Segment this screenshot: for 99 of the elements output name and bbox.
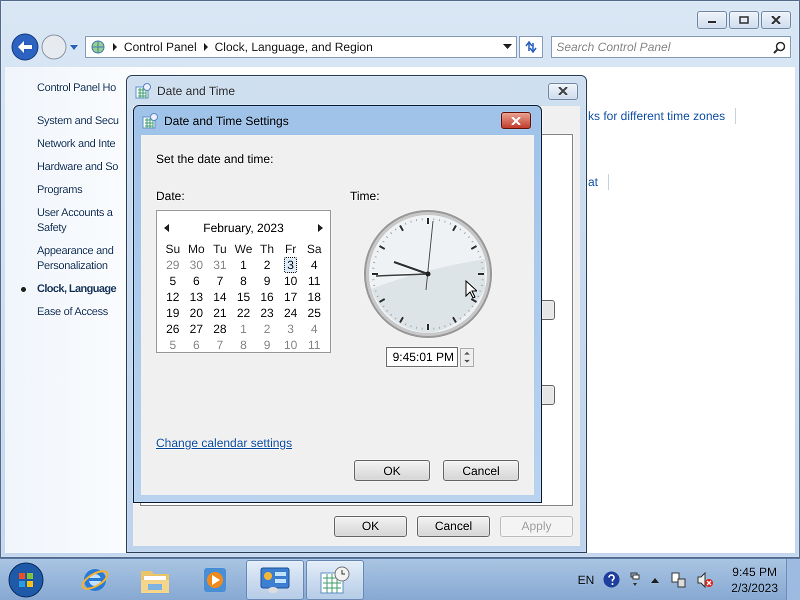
close-icon [511, 116, 521, 124]
nav-link[interactable]: Hardware and So [37, 160, 118, 175]
calendar-day[interactable]: 21 [210, 305, 230, 321]
weekday-label: We [234, 241, 254, 257]
back-button[interactable] [11, 33, 39, 61]
calendar-day[interactable]: 28 [210, 321, 230, 337]
close-button[interactable] [761, 11, 791, 29]
start-button[interactable] [8, 562, 44, 598]
calendar-day[interactable]: 19 [163, 305, 182, 321]
calendar-day[interactable]: 18 [304, 289, 324, 305]
nav-link[interactable]: Clock, Language [37, 282, 116, 297]
calendar-day[interactable]: 13 [186, 289, 206, 305]
calendar-day[interactable]: 8 [237, 273, 250, 289]
dialog-title: Date and Time Settings [164, 112, 289, 130]
windows-icon[interactable] [629, 572, 642, 588]
calendar-day[interactable]: 7 [214, 273, 226, 289]
calendar-day[interactable]: 24 [280, 305, 300, 321]
dialog-button[interactable]: OK [334, 516, 407, 536]
breadcrumb-item[interactable]: Control Panel [124, 38, 197, 56]
calendar-day[interactable]: 25 [304, 305, 324, 321]
globe-icon [90, 39, 106, 55]
nav-link[interactable]: Ease of Access [37, 305, 108, 320]
weekday-label: Mo [187, 241, 206, 257]
calendar-icon [135, 83, 151, 99]
window-title: Date and Time [157, 83, 236, 100]
calendar-clock-icon [319, 564, 351, 594]
previous-month-button[interactable] [164, 224, 169, 232]
calendar-day[interactable]: 6 [190, 273, 203, 289]
maximize-icon [739, 16, 749, 24]
calendar-day[interactable]: 12 [163, 289, 182, 305]
control-panel-icon [259, 564, 291, 594]
taskbar-button[interactable] [306, 560, 364, 600]
calendar-day[interactable]: 3 [284, 257, 297, 273]
instruction-text: Set the date and time: [156, 151, 274, 168]
weekday-label: Fr [284, 241, 298, 257]
calendar-day[interactable]: 10 [280, 273, 300, 289]
maximize-button[interactable] [729, 11, 759, 29]
calendar-day[interactable]: 26 [163, 321, 182, 337]
close-button[interactable] [548, 82, 578, 100]
calendar-day[interactable]: 27 [186, 321, 206, 337]
next-month-button[interactable] [318, 224, 323, 232]
clock-button[interactable]: 9:45 PM 2/3/2023 [731, 564, 778, 596]
language-indicator[interactable]: EN [578, 570, 594, 588]
dialog-button[interactable]: Cancel [417, 516, 490, 536]
dialog-button[interactable]: OK [354, 460, 430, 481]
time-field[interactable]: 9:45:01 PM [386, 347, 458, 367]
nav-link[interactable]: Programs [37, 183, 82, 198]
calendar-day[interactable]: 5 [166, 273, 180, 289]
weekday-label: Th [259, 241, 276, 257]
taskbar-button[interactable] [246, 560, 304, 600]
calendar-day[interactable]: 22 [234, 305, 254, 321]
calendar-day[interactable]: 15 [234, 289, 254, 305]
close-icon [771, 16, 781, 24]
mouse-pointer-icon [465, 280, 477, 299]
weekday-label: Su [164, 241, 182, 257]
calendar-icon [142, 112, 158, 128]
breadcrumb-item[interactable]: Clock, Language, and Region [214, 38, 373, 56]
time-spinner[interactable] [460, 348, 474, 366]
dropdown-arrow-icon[interactable] [503, 44, 512, 50]
weekday-label: Sa [306, 241, 323, 257]
month-title[interactable]: February, 2023 [203, 219, 284, 237]
calendar-day[interactable]: 2 [260, 257, 274, 273]
change-calendar-settings-link[interactable]: Change calendar settings [156, 434, 292, 452]
help-icon[interactable] [603, 571, 620, 588]
close-button[interactable] [501, 112, 531, 129]
nav-link[interactable]: Appearance and Personalization [37, 244, 114, 274]
show-hidden-icons-arrow-icon[interactable] [650, 576, 660, 584]
task-link[interactable]: ks for different time zones [588, 107, 726, 125]
weekday-label: Tu [212, 241, 228, 257]
calendar-day[interactable]: 11 [304, 273, 324, 289]
chevron-right-icon [112, 43, 118, 51]
address-bar[interactable]: Control Panel Clock, Language, and Region [84, 36, 518, 58]
nav-link[interactable]: System and Secu [37, 114, 119, 129]
task-link[interactable]: at [588, 173, 598, 191]
dialog-button[interactable]: Cancel [443, 460, 519, 481]
muted-speaker-icon[interactable] [696, 570, 714, 588]
close-icon [558, 87, 568, 95]
calendar-day[interactable]: 4 [308, 257, 321, 273]
refresh-icon [524, 41, 538, 53]
network-icon[interactable] [669, 570, 688, 588]
nav-link[interactable]: Network and Inte [37, 137, 116, 152]
chevron-right-icon [202, 43, 209, 51]
minimize-button[interactable] [697, 11, 727, 29]
calendar-day[interactable]: 14 [210, 289, 230, 305]
calendar-day[interactable]: 9 [260, 273, 274, 289]
calendar-day[interactable]: 20 [186, 305, 206, 321]
calendar-day[interactable]: 17 [280, 289, 300, 305]
time-label: Time: [350, 188, 381, 205]
calendar-day[interactable]: 1 [237, 257, 250, 273]
search-field[interactable]: Search Control Panel [551, 36, 791, 58]
search-input[interactable]: Search Control Panel [556, 38, 773, 56]
date-label: Date: [156, 188, 186, 205]
nav-link[interactable]: Control Panel Ho [37, 81, 116, 96]
nav-link[interactable]: User Accounts a Safety [37, 206, 113, 236]
search-icon [773, 40, 786, 54]
refresh-button[interactable] [519, 36, 544, 58]
history-dropdown-icon[interactable] [68, 43, 79, 51]
calendar-day[interactable]: 16 [257, 289, 277, 305]
calendar-day[interactable]: 23 [257, 305, 277, 321]
